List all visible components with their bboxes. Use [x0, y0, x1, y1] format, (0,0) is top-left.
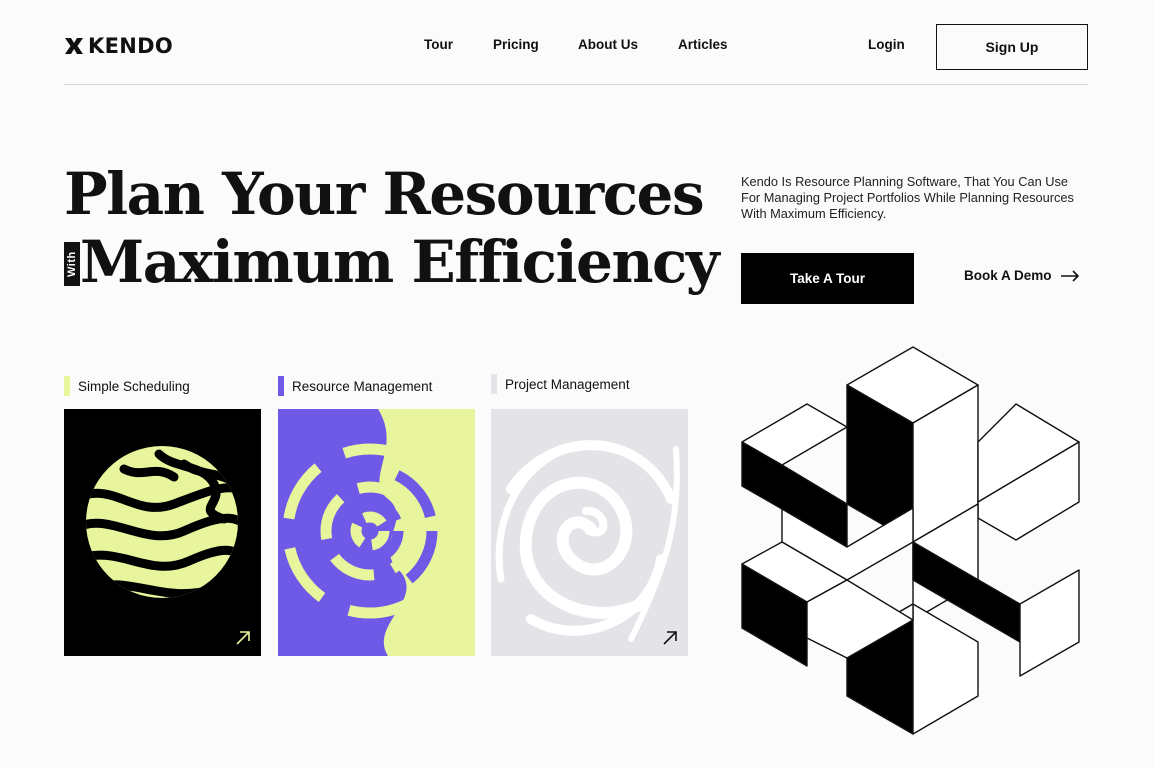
login-link[interactable]: Login [868, 37, 905, 52]
arrow-up-right-icon [450, 631, 464, 645]
book-a-demo-label: Book A Demo [964, 268, 1052, 283]
feature-accent-mark [64, 376, 70, 396]
isometric-cubes-illustration [741, 346, 1080, 735]
header-divider [64, 84, 1088, 85]
swirl-sphere-illustration [86, 446, 238, 598]
feature-label-project-management: Project Management [491, 374, 630, 394]
nav-item-about-us[interactable]: About Us [578, 37, 638, 52]
hero-title-line-2-wrap: With Maximum Efficiency [64, 228, 720, 296]
feature-label-simple-scheduling: Simple Scheduling [64, 376, 190, 396]
nav-item-articles[interactable]: Articles [678, 37, 728, 52]
feature-card-project-management[interactable] [491, 409, 688, 656]
sign-up-button[interactable]: Sign Up [936, 24, 1088, 70]
feature-card-simple-scheduling[interactable] [64, 409, 261, 656]
feature-accent-mark [491, 374, 497, 394]
feature-card-resource-management[interactable] [278, 409, 475, 656]
book-a-demo-link[interactable]: Book A Demo [964, 268, 1080, 283]
feature-label-text: Resource Management [292, 378, 433, 394]
arrow-up-right-icon [663, 631, 677, 645]
feature-accent-mark [278, 376, 284, 396]
hero-with-tag: With [64, 242, 80, 286]
white-swirl-illustration [495, 440, 680, 642]
nav-item-tour[interactable]: Tour [424, 37, 453, 52]
hero-title: Plan Your Resources With Maximum Efficie… [64, 160, 720, 296]
nav-item-pricing[interactable]: Pricing [493, 37, 539, 52]
feature-label-resource-management: Resource Management [278, 376, 432, 396]
hero-title-line-2: Maximum Efficiency [80, 228, 720, 296]
feature-label-text: Simple Scheduling [78, 378, 190, 394]
feature-label-text: Project Management [505, 376, 630, 392]
arrow-right-icon [1060, 269, 1079, 282]
hero-description: Kendo Is Resource Planning Software, Tha… [741, 174, 1074, 221]
arrow-up-right-icon [236, 631, 250, 645]
vortex-illustration [278, 409, 475, 656]
hero-title-line-1: Plan Your Resources [64, 160, 705, 228]
take-a-tour-button[interactable]: Take A Tour [741, 253, 914, 304]
